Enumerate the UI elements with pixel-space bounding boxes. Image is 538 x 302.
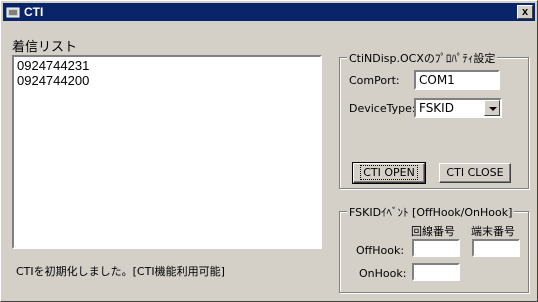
onhook-label: OnHook: (359, 267, 407, 280)
close-button[interactable]: x (517, 5, 533, 19)
window-title: CTI (24, 5, 44, 19)
cti-close-label: CTI CLOSE (446, 166, 504, 179)
chevron-down-icon[interactable] (484, 100, 500, 116)
offhook-line-field[interactable] (412, 239, 460, 257)
cti-open-button[interactable]: CTI OPEN (352, 162, 426, 184)
cti-window: CTI x 着信リスト 0924744231 0924744200 CTIを初期… (0, 0, 538, 302)
terminal-number-header: 端末番号 (471, 225, 515, 238)
status-text: CTIを初期化しました。[CTI機能利用可能] (16, 265, 225, 278)
cti-open-label: CTI OPEN (360, 165, 418, 180)
app-icon (6, 7, 20, 18)
onhook-line-field[interactable] (412, 263, 460, 281)
title-bar[interactable]: CTI x (3, 3, 535, 21)
comport-input[interactable]: COM1 (414, 70, 500, 90)
list-item[interactable]: 0924744231 (17, 58, 317, 73)
fskid-group-title: FSKIDｲﾍﾞﾝﾄ [OffHook/OnHook] (347, 204, 515, 220)
offhook-terminal-field[interactable] (472, 239, 520, 257)
devicetype-label: DeviceType: (349, 102, 416, 115)
list-item[interactable]: 0924744200 (17, 73, 317, 88)
offhook-label: OffHook: (356, 244, 405, 257)
comport-label: ComPort: (349, 74, 400, 87)
devicetype-value: FSKID (419, 101, 454, 115)
cti-close-button[interactable]: CTI CLOSE (439, 163, 511, 183)
incoming-list-label: 着信リスト (12, 40, 78, 55)
line-number-header: 回線番号 (411, 225, 455, 238)
incoming-call-list[interactable]: 0924744231 0924744200 (12, 55, 322, 249)
devicetype-select[interactable]: FSKID (414, 98, 502, 118)
property-group-title: CtiNDisp.OCXのﾌﾟﾛﾊﾟﾃｨ設定 (347, 50, 498, 66)
